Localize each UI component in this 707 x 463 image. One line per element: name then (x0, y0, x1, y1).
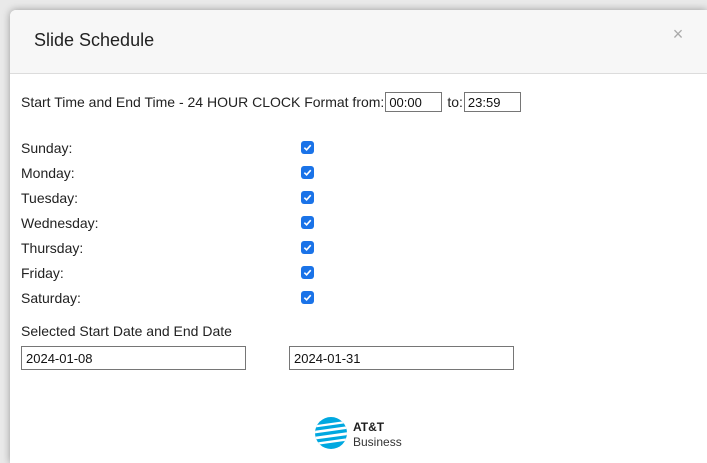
start-date-input[interactable] (21, 346, 246, 370)
start-time-input[interactable] (385, 92, 443, 112)
day-row-sunday: Sunday: (21, 138, 321, 158)
day-label-tuesday: Tuesday: (21, 190, 79, 206)
to-label: to: (447, 94, 463, 110)
logo-text-att: AT&T (353, 420, 385, 434)
checkmark-icon (303, 294, 312, 302)
day-row-wednesday: Wednesday: (21, 213, 321, 233)
slide-schedule-dialog: Slide Schedule × Start Time and End Time… (10, 10, 707, 463)
logo-text-business: Business (353, 435, 402, 449)
friday-checkbox[interactable] (301, 266, 314, 279)
checkmark-icon (303, 169, 312, 177)
day-row-thursday: Thursday: (21, 238, 321, 258)
end-time-input[interactable] (463, 92, 521, 112)
saturday-checkbox[interactable] (301, 291, 314, 304)
dialog-title: Slide Schedule (34, 30, 155, 50)
thursday-checkbox[interactable] (301, 241, 314, 254)
sunday-checkbox[interactable] (301, 141, 314, 154)
day-label-saturday: Saturday: (21, 290, 81, 306)
day-row-tuesday: Tuesday: (21, 188, 321, 208)
checkmark-icon (303, 219, 312, 227)
time-range-row: Start Time and End Time - 24 HOUR CLOCK … (21, 90, 522, 114)
checkmark-icon (303, 144, 312, 152)
wednesday-checkbox[interactable] (301, 216, 314, 229)
dialog-header: Slide Schedule × (10, 10, 707, 74)
att-business-logo: AT&T Business (314, 416, 434, 456)
day-row-friday: Friday: (21, 263, 321, 283)
day-row-monday: Monday: (21, 163, 321, 183)
tuesday-checkbox[interactable] (301, 191, 314, 204)
checkmark-icon (303, 269, 312, 277)
close-button[interactable]: × (668, 24, 688, 44)
monday-checkbox[interactable] (301, 166, 314, 179)
date-range-label: Selected Start Date and End Date (21, 323, 232, 339)
day-label-wednesday: Wednesday: (21, 215, 99, 231)
time-range-label: Start Time and End Time - 24 HOUR CLOCK … (21, 94, 385, 110)
day-row-saturday: Saturday: (21, 288, 321, 308)
checkmark-icon (303, 244, 312, 252)
end-date-input[interactable] (289, 346, 514, 370)
day-label-thursday: Thursday: (21, 240, 84, 256)
day-label-friday: Friday: (21, 265, 64, 281)
att-globe-icon (315, 417, 347, 449)
checkmark-icon (303, 194, 312, 202)
day-label-monday: Monday: (21, 165, 75, 181)
day-label-sunday: Sunday: (21, 140, 73, 156)
